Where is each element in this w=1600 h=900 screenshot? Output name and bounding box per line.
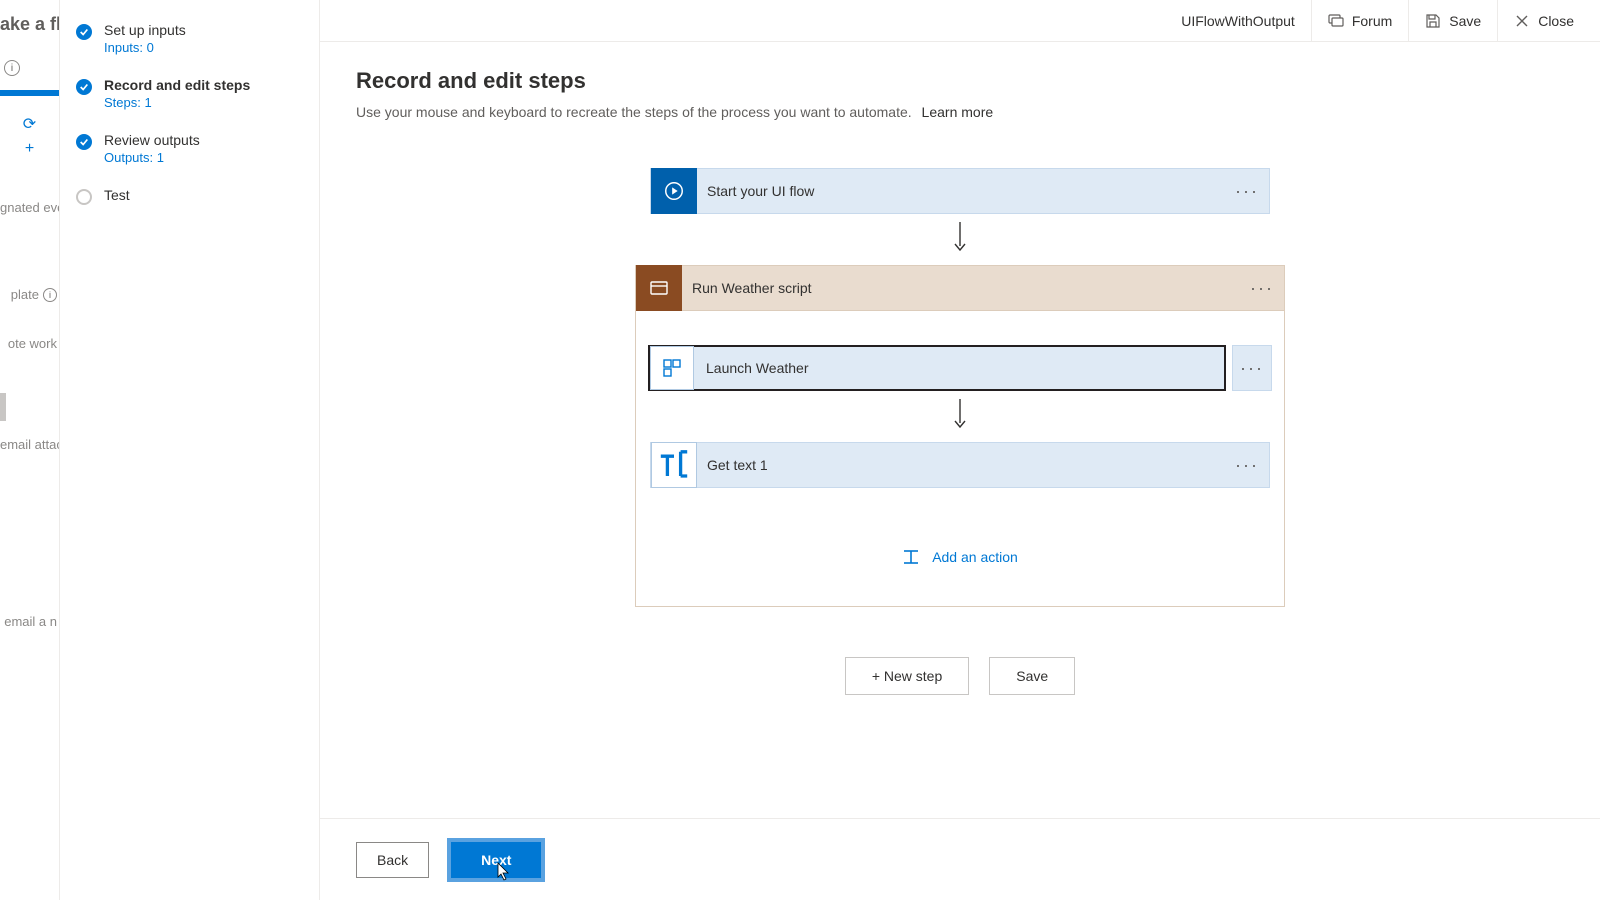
play-icon — [651, 168, 697, 214]
wizard-step-outputs[interactable]: Review outputs Outputs: 1 — [76, 132, 303, 165]
substep-label: Launch Weather — [694, 360, 808, 376]
check-icon — [76, 134, 92, 150]
wizard-step-inputs[interactable]: Set up inputs Inputs: 0 — [76, 22, 303, 55]
bg-item: email attac — [0, 431, 59, 458]
substep-launch-weather[interactable]: Launch Weather — [648, 345, 1226, 391]
substep-label: Get text 1 — [697, 457, 768, 473]
new-step-button[interactable]: + New step — [845, 657, 969, 695]
step-run-weather-script[interactable]: Run Weather script ··· — [635, 265, 1285, 311]
check-icon — [76, 24, 92, 40]
flow-name: UIFlowWithOutput — [1165, 13, 1311, 29]
add-action-button[interactable]: Add an action — [902, 548, 1018, 566]
more-icon[interactable]: ··· — [1235, 443, 1259, 487]
bg-item: plate i — [0, 281, 59, 308]
script-body: Launch Weather ··· Get text 1 ··· A — [635, 311, 1285, 607]
info-icon: i — [4, 60, 20, 76]
wizard-step-sub: Outputs: 1 — [104, 150, 200, 165]
plus-icon: + — [25, 140, 34, 158]
check-icon — [76, 79, 92, 95]
wizard-panel: Set up inputs Inputs: 0 Record and edit … — [60, 0, 320, 900]
wizard-step-title: Set up inputs — [104, 22, 186, 38]
bg-title: ake a fl — [0, 0, 59, 48]
close-button[interactable]: Close — [1497, 0, 1590, 41]
bg-item: ote work — [0, 330, 59, 357]
arrow-down-icon — [951, 399, 969, 434]
app-icon — [650, 346, 694, 390]
next-button[interactable]: Next — [447, 838, 545, 882]
chat-icon — [1328, 13, 1344, 29]
info-icon: i — [43, 288, 57, 302]
wizard-step-title: Record and edit steps — [104, 77, 250, 93]
insert-icon — [902, 548, 920, 566]
wizard-step-title: Test — [104, 187, 130, 203]
header-bar: UIFlowWithOutput Forum Save Close — [320, 0, 1600, 42]
footer-bar: Back Next — [320, 818, 1600, 900]
wizard-step-sub: Steps: 1 — [104, 95, 250, 110]
background-sidebar: ake a fl i ⟳ + gnated even plate i ote w… — [0, 0, 60, 900]
circle-icon — [76, 189, 92, 205]
canvas-buttons: + New step Save — [845, 657, 1075, 695]
save-icon — [1425, 13, 1441, 29]
bg-item: email a n — [0, 608, 59, 635]
learn-more-link[interactable]: Learn more — [922, 104, 994, 120]
bg-divider — [0, 393, 6, 421]
substep-get-text[interactable]: Get text 1 ··· — [650, 442, 1270, 488]
text-icon — [651, 442, 697, 488]
close-icon — [1514, 13, 1530, 29]
back-button[interactable]: Back — [356, 842, 429, 878]
flow-icon: ⟳ — [23, 114, 36, 134]
step-label: Run Weather script — [682, 280, 812, 296]
more-icon[interactable]: ··· — [1232, 345, 1272, 391]
flow-canvas: Start your UI flow ··· Run Weather scrip… — [356, 168, 1564, 695]
step-label: Start your UI flow — [697, 183, 814, 199]
main-content: UIFlowWithOutput Forum Save Close Record… — [320, 0, 1600, 900]
save-canvas-button[interactable]: Save — [989, 657, 1075, 695]
script-icon — [636, 265, 682, 311]
bg-glyph-group: ⟳ + — [0, 114, 59, 158]
wizard-step-record[interactable]: Record and edit steps Steps: 1 — [76, 77, 303, 110]
wizard-step-title: Review outputs — [104, 132, 200, 148]
page-subtitle: Use your mouse and keyboard to recreate … — [356, 104, 1564, 120]
more-icon[interactable]: ··· — [1235, 169, 1259, 213]
body: Record and edit steps Use your mouse and… — [320, 42, 1600, 818]
bg-accent-bar — [0, 90, 59, 96]
save-button[interactable]: Save — [1408, 0, 1497, 41]
bg-item: gnated even — [0, 194, 59, 221]
forum-button[interactable]: Forum — [1311, 0, 1408, 41]
wizard-step-test[interactable]: Test — [76, 187, 303, 205]
arrow-down-icon — [951, 222, 969, 257]
step-start-ui-flow[interactable]: Start your UI flow ··· — [650, 168, 1270, 214]
wizard-step-sub: Inputs: 0 — [104, 40, 186, 55]
more-icon[interactable]: ··· — [1250, 266, 1274, 310]
page-title: Record and edit steps — [356, 68, 1564, 94]
